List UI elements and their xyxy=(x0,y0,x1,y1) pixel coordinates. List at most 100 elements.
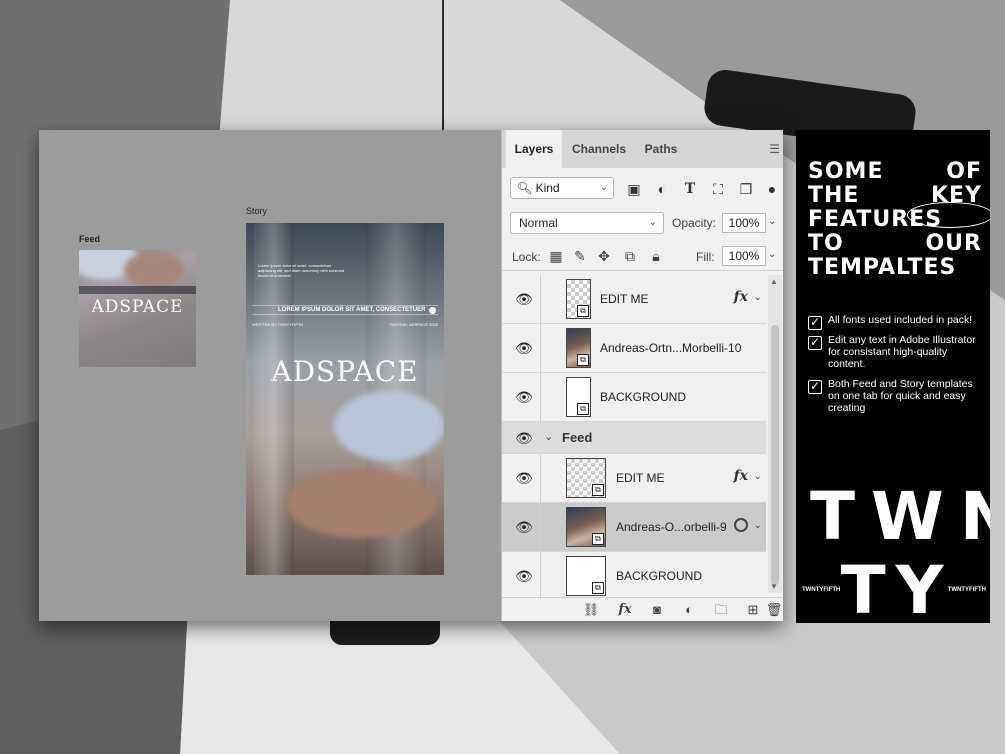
lock-paint-icon[interactable]: ✎ xyxy=(572,248,588,264)
chevron-down-icon[interactable]: ⌄ xyxy=(544,430,553,443)
chevron-down-icon[interactable]: ⌄ xyxy=(754,520,762,531)
layer-row-edit-me-story[interactable]: 👁︎ ⧉ EDIT ME fx ⌄ xyxy=(502,275,766,324)
smart-object-icon: ⧉ xyxy=(592,533,604,545)
tab-layers[interactable]: Layers xyxy=(506,130,562,168)
fx-icon[interactable]: fx xyxy=(734,468,748,484)
layer-row-photo-story[interactable]: 👁︎ ⧉ Andreas-Ortn...Morbelli-10 xyxy=(502,324,766,373)
headline-word: OF xyxy=(946,159,982,184)
lock-artboard-icon[interactable]: ⧉ xyxy=(622,248,638,264)
new-group-icon[interactable]: 🗀 xyxy=(712,602,730,618)
feed-info-bar xyxy=(79,286,196,294)
promo-panel: SOME OF THE KEY FEATURES TO OUR TEMPALTE… xyxy=(796,130,990,623)
feature-text: Edit any text in Adobe Illustrator for c… xyxy=(828,334,976,370)
story-artboard-label[interactable]: Story xyxy=(246,206,267,216)
layers-list: 👁︎ ⧉ EDIT ME fx ⌄ 👁︎ ⧉ Andreas-Ortn...Mo… xyxy=(502,275,766,601)
tab-paths[interactable]: Paths xyxy=(636,130,686,168)
group-name[interactable]: Feed xyxy=(562,430,592,445)
blend-row: Normal ⌄ Opacity: 100% ⌄ xyxy=(502,210,783,238)
eye-icon[interactable]: 👁︎ xyxy=(514,389,534,406)
feed-artboard-label[interactable]: Feed xyxy=(79,234,100,244)
panel-footer: ⛓ fx ◙ ◐ 🗀 ⊞ 🗑 xyxy=(502,597,783,621)
story-bar-dot xyxy=(429,307,436,314)
blend-mode-select[interactable]: Normal ⌄ xyxy=(510,212,664,234)
smart-object-filter-icon[interactable]: ❐ xyxy=(738,181,754,197)
blend-mode-value: Normal xyxy=(519,216,558,230)
feature-item: ✓ All fonts used included in pack! xyxy=(808,314,984,330)
layer-row-background-story[interactable]: 👁︎ ⧉ BACKGROUND xyxy=(502,373,766,422)
layer-group-feed[interactable]: 👁︎ ⌄ Feed xyxy=(502,422,766,454)
filter-toggle-icon[interactable]: ● xyxy=(764,181,780,197)
layers-scrollbar[interactable]: ▲ ▼ xyxy=(768,275,782,593)
layer-name[interactable]: EDIT ME xyxy=(600,292,648,306)
eye-icon[interactable]: 👁︎ xyxy=(514,568,534,585)
story-artboard[interactable]: Lorem ipsum dolor sit amet, consectetuer… xyxy=(246,223,444,575)
layer-name[interactable]: BACKGROUND xyxy=(600,390,686,404)
type-filter-icon[interactable]: T xyxy=(682,181,698,197)
eye-icon[interactable]: 👁︎ xyxy=(514,340,534,357)
lock-all-icon[interactable]: 🔒︎ xyxy=(648,248,664,264)
scroll-up-icon[interactable]: ▲ xyxy=(770,277,778,286)
eye-icon[interactable]: 👁︎ xyxy=(514,470,534,487)
feature-text: All fonts used included in pack! xyxy=(828,314,973,326)
scroll-down-icon[interactable]: ▼ xyxy=(770,582,778,591)
feature-text: Both Feed and Story templates on one tab… xyxy=(828,378,973,414)
chevron-down-icon: ⌄ xyxy=(648,217,657,228)
headline-word: THE xyxy=(808,183,860,208)
layer-row-edit-me-feed[interactable]: 👁︎ ⧉ EDIT ME fx ⌄ xyxy=(502,454,766,503)
add-mask-icon[interactable]: ◙ xyxy=(648,602,666,618)
tab-channels[interactable]: Channels xyxy=(564,130,634,168)
link-layers-icon[interactable]: ⛓ xyxy=(582,602,600,618)
feed-artboard[interactable]: ADSPACE xyxy=(79,250,196,367)
layer-name[interactable]: EDIT ME xyxy=(616,471,664,485)
trash-icon[interactable]: 🗑 xyxy=(765,602,783,618)
highlight-ring xyxy=(907,202,990,228)
lock-label: Lock: xyxy=(512,250,541,264)
lock-transparency-icon[interactable]: ▦ xyxy=(548,248,564,264)
layer-row-background-feed[interactable]: 👁︎ ⧉ BACKGROUND xyxy=(502,552,766,601)
scroll-thumb[interactable] xyxy=(771,325,779,585)
feature-list: ✓ All fonts used included in pack! ✓ Edi… xyxy=(808,314,984,422)
layer-thumbnail: ⧉ xyxy=(566,279,591,319)
divider xyxy=(540,552,541,600)
eye-icon[interactable]: 👁︎ xyxy=(514,291,534,308)
kind-filter-select[interactable]: 🔍︎ Kind ⌄ xyxy=(510,177,614,199)
layer-name[interactable]: BACKGROUND xyxy=(616,569,702,583)
divider xyxy=(540,503,541,551)
headline-word: TEMPALTES xyxy=(808,255,957,280)
panel-tabs: Layers Channels Paths ☰ xyxy=(502,130,783,168)
new-layer-icon[interactable]: ⊞ xyxy=(744,602,762,618)
story-info-bar: LOREM IPSUM DOLOR SIT AMET, CONSECTETUER xyxy=(252,305,438,315)
chevron-down-icon[interactable]: ⌄ xyxy=(754,471,762,482)
smart-object-icon: ⧉ xyxy=(577,403,589,415)
layer-row-photo-feed[interactable]: 👁︎ ⧉ Andreas-O...orbelli-9 ⌄ xyxy=(502,503,766,552)
photoshop-window: Feed Story ADSPACE Lorem ipsum dolor sit… xyxy=(39,130,783,621)
add-style-icon[interactable]: fx xyxy=(616,602,634,618)
fill-chevron-icon[interactable]: ⌄ xyxy=(768,249,776,260)
fill-input[interactable]: 100% xyxy=(722,246,766,266)
adjustment-filter-icon[interactable]: ◐ xyxy=(654,181,670,197)
chevron-down-icon[interactable]: ⌄ xyxy=(754,292,762,303)
adjustment-layer-icon[interactable]: ◐ xyxy=(680,602,698,618)
story-credit-left: WRITTEN BY TWNTYFIFTH xyxy=(252,322,304,327)
layer-thumbnail: ⧉ xyxy=(566,377,591,417)
lock-position-icon[interactable]: ✥ xyxy=(596,248,612,264)
eye-icon[interactable]: 👁︎ xyxy=(514,430,534,447)
layer-name[interactable]: Andreas-O...orbelli-9 xyxy=(616,520,727,534)
layer-thumbnail: ⧉ xyxy=(566,458,606,498)
eye-icon[interactable]: 👁︎ xyxy=(514,519,534,536)
shape-filter-icon[interactable]: ⛶ xyxy=(710,181,726,197)
divider xyxy=(540,324,541,372)
feature-item: ✓ Edit any text in Adobe Illustrator for… xyxy=(808,334,984,370)
checkbox-icon: ✓ xyxy=(808,379,822,394)
headline-word: TO xyxy=(808,231,844,256)
fx-icon[interactable]: fx xyxy=(734,289,748,305)
link-icon[interactable] xyxy=(734,518,748,532)
feed-logo: ADSPACE xyxy=(91,297,184,317)
image-filter-icon[interactable]: ▣ xyxy=(626,181,642,197)
document-canvas[interactable]: Feed Story ADSPACE Lorem ipsum dolor sit… xyxy=(39,130,501,621)
opacity-input[interactable]: 100% xyxy=(722,213,766,233)
layer-name[interactable]: Andreas-Ortn...Morbelli-10 xyxy=(600,341,741,355)
panel-menu-icon[interactable]: ☰ xyxy=(769,142,780,156)
opacity-chevron-icon[interactable]: ⌄ xyxy=(768,216,776,227)
brand-small-right: TWNTYFIFTH xyxy=(947,587,986,593)
